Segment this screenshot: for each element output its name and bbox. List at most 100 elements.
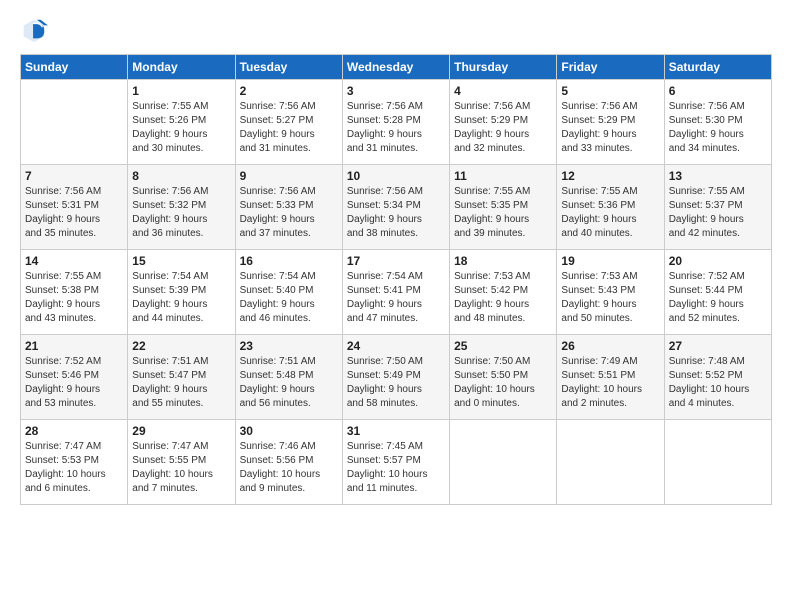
day-cell: 31 Sunrise: 7:45 AM Sunset: 5:57 PM Dayli… xyxy=(342,420,449,505)
day-cell: 20 Sunrise: 7:52 AM Sunset: 5:44 PM Dayli… xyxy=(664,250,771,335)
col-header-wednesday: Wednesday xyxy=(342,55,449,80)
day-cell: 30 Sunrise: 7:46 AM Sunset: 5:56 PM Dayli… xyxy=(235,420,342,505)
day-cell: 10 Sunrise: 7:56 AM Sunset: 5:34 PM Dayli… xyxy=(342,165,449,250)
day-info: Sunrise: 7:48 AM Sunset: 5:52 PM Dayligh… xyxy=(669,355,767,411)
day-info: Sunrise: 7:56 AM Sunset: 5:31 PM Dayligh… xyxy=(25,185,123,241)
day-number: 28 xyxy=(25,424,123,438)
day-info: Sunrise: 7:53 AM Sunset: 5:43 PM Dayligh… xyxy=(561,270,659,326)
day-number: 4 xyxy=(454,84,552,98)
day-cell: 7 Sunrise: 7:56 AM Sunset: 5:31 PM Daylig… xyxy=(21,165,128,250)
week-row-2: 7 Sunrise: 7:56 AM Sunset: 5:31 PM Daylig… xyxy=(21,165,772,250)
day-cell: 25Sunrise: 7:50 AM Sunset: 5:50 PM Dayli… xyxy=(450,335,557,420)
day-cell: 6 Sunrise: 7:56 AM Sunset: 5:30 PM Daylig… xyxy=(664,80,771,165)
day-info: Sunrise: 7:46 AM Sunset: 5:56 PM Dayligh… xyxy=(240,440,338,496)
day-cell xyxy=(664,420,771,505)
day-info: Sunrise: 7:52 AM Sunset: 5:46 PM Dayligh… xyxy=(25,355,123,411)
col-header-thursday: Thursday xyxy=(450,55,557,80)
day-info: Sunrise: 7:56 AM Sunset: 5:28 PM Dayligh… xyxy=(347,100,445,156)
day-cell xyxy=(21,80,128,165)
day-info: Sunrise: 7:45 AM Sunset: 5:57 PM Dayligh… xyxy=(347,440,445,496)
page: SundayMondayTuesdayWednesdayThursdayFrid… xyxy=(0,0,792,612)
day-cell: 27 Sunrise: 7:48 AM Sunset: 5:52 PM Dayli… xyxy=(664,335,771,420)
day-cell: 8 Sunrise: 7:56 AM Sunset: 5:32 PM Daylig… xyxy=(128,165,235,250)
day-info: Sunrise: 7:56 AM Sunset: 5:32 PM Dayligh… xyxy=(132,185,230,241)
week-row-3: 14Sunrise: 7:55 AM Sunset: 5:38 PM Dayli… xyxy=(21,250,772,335)
day-info: Sunrise: 7:51 AM Sunset: 5:48 PM Dayligh… xyxy=(240,355,338,411)
day-number: 30 xyxy=(240,424,338,438)
day-cell: 18Sunrise: 7:53 AM Sunset: 5:42 PM Dayli… xyxy=(450,250,557,335)
day-cell: 11 Sunrise: 7:55 AM Sunset: 5:35 PM Dayli… xyxy=(450,165,557,250)
col-header-sunday: Sunday xyxy=(21,55,128,80)
day-cell: 16Sunrise: 7:54 AM Sunset: 5:40 PM Dayli… xyxy=(235,250,342,335)
day-cell: 3 Sunrise: 7:56 AM Sunset: 5:28 PM Daylig… xyxy=(342,80,449,165)
day-number: 22 xyxy=(132,339,230,353)
day-number: 31 xyxy=(347,424,445,438)
week-row-1: 1 Sunrise: 7:55 AM Sunset: 5:26 PM Daylig… xyxy=(21,80,772,165)
day-number: 1 xyxy=(132,84,230,98)
day-info: Sunrise: 7:47 AM Sunset: 5:55 PM Dayligh… xyxy=(132,440,230,496)
day-number: 13 xyxy=(669,169,767,183)
day-number: 7 xyxy=(25,169,123,183)
day-cell: 22 Sunrise: 7:51 AM Sunset: 5:47 PM Dayli… xyxy=(128,335,235,420)
day-number: 11 xyxy=(454,169,552,183)
day-number: 29 xyxy=(132,424,230,438)
day-cell: 29 Sunrise: 7:47 AM Sunset: 5:55 PM Dayli… xyxy=(128,420,235,505)
header-row: SundayMondayTuesdayWednesdayThursdayFrid… xyxy=(21,55,772,80)
day-info: Sunrise: 7:55 AM Sunset: 5:38 PM Dayligh… xyxy=(25,270,123,326)
calendar-table: SundayMondayTuesdayWednesdayThursdayFrid… xyxy=(20,54,772,505)
day-cell: 21 Sunrise: 7:52 AM Sunset: 5:46 PM Dayli… xyxy=(21,335,128,420)
day-number: 21 xyxy=(25,339,123,353)
day-info: Sunrise: 7:56 AM Sunset: 5:30 PM Dayligh… xyxy=(669,100,767,156)
day-info: Sunrise: 7:50 AM Sunset: 5:49 PM Dayligh… xyxy=(347,355,445,411)
day-info: Sunrise: 7:56 AM Sunset: 5:34 PM Dayligh… xyxy=(347,185,445,241)
day-cell: 2 Sunrise: 7:56 AM Sunset: 5:27 PM Daylig… xyxy=(235,80,342,165)
day-cell xyxy=(450,420,557,505)
day-cell: 15Sunrise: 7:54 AM Sunset: 5:39 PM Dayli… xyxy=(128,250,235,335)
day-cell: 24Sunrise: 7:50 AM Sunset: 5:49 PM Dayli… xyxy=(342,335,449,420)
day-cell: 9Sunrise: 7:56 AM Sunset: 5:33 PM Daylig… xyxy=(235,165,342,250)
day-info: Sunrise: 7:54 AM Sunset: 5:39 PM Dayligh… xyxy=(132,270,230,326)
col-header-friday: Friday xyxy=(557,55,664,80)
day-number: 20 xyxy=(669,254,767,268)
day-number: 9 xyxy=(240,169,338,183)
day-cell: 1 Sunrise: 7:55 AM Sunset: 5:26 PM Daylig… xyxy=(128,80,235,165)
col-header-monday: Monday xyxy=(128,55,235,80)
day-cell: 13Sunrise: 7:55 AM Sunset: 5:37 PM Dayli… xyxy=(664,165,771,250)
day-info: Sunrise: 7:56 AM Sunset: 5:29 PM Dayligh… xyxy=(454,100,552,156)
logo-icon xyxy=(20,16,48,44)
day-info: Sunrise: 7:51 AM Sunset: 5:47 PM Dayligh… xyxy=(132,355,230,411)
logo xyxy=(20,16,52,44)
day-number: 2 xyxy=(240,84,338,98)
day-info: Sunrise: 7:56 AM Sunset: 5:27 PM Dayligh… xyxy=(240,100,338,156)
day-cell: 4 Sunrise: 7:56 AM Sunset: 5:29 PM Daylig… xyxy=(450,80,557,165)
day-cell: 12 Sunrise: 7:55 AM Sunset: 5:36 PM Dayli… xyxy=(557,165,664,250)
day-number: 26 xyxy=(561,339,659,353)
day-cell: 28 Sunrise: 7:47 AM Sunset: 5:53 PM Dayli… xyxy=(21,420,128,505)
day-number: 3 xyxy=(347,84,445,98)
day-number: 17 xyxy=(347,254,445,268)
day-info: Sunrise: 7:54 AM Sunset: 5:40 PM Dayligh… xyxy=(240,270,338,326)
day-cell: 17Sunrise: 7:54 AM Sunset: 5:41 PM Dayli… xyxy=(342,250,449,335)
day-number: 19 xyxy=(561,254,659,268)
day-info: Sunrise: 7:53 AM Sunset: 5:42 PM Dayligh… xyxy=(454,270,552,326)
day-number: 27 xyxy=(669,339,767,353)
day-info: Sunrise: 7:50 AM Sunset: 5:50 PM Dayligh… xyxy=(454,355,552,411)
day-number: 23 xyxy=(240,339,338,353)
day-info: Sunrise: 7:55 AM Sunset: 5:26 PM Dayligh… xyxy=(132,100,230,156)
day-info: Sunrise: 7:55 AM Sunset: 5:35 PM Dayligh… xyxy=(454,185,552,241)
day-number: 6 xyxy=(669,84,767,98)
col-header-tuesday: Tuesday xyxy=(235,55,342,80)
day-cell: 14Sunrise: 7:55 AM Sunset: 5:38 PM Dayli… xyxy=(21,250,128,335)
week-row-4: 21 Sunrise: 7:52 AM Sunset: 5:46 PM Dayli… xyxy=(21,335,772,420)
day-cell: 23 Sunrise: 7:51 AM Sunset: 5:48 PM Dayli… xyxy=(235,335,342,420)
day-cell: 26 Sunrise: 7:49 AM Sunset: 5:51 PM Dayli… xyxy=(557,335,664,420)
day-info: Sunrise: 7:47 AM Sunset: 5:53 PM Dayligh… xyxy=(25,440,123,496)
day-cell: 19 Sunrise: 7:53 AM Sunset: 5:43 PM Dayli… xyxy=(557,250,664,335)
day-info: Sunrise: 7:55 AM Sunset: 5:36 PM Dayligh… xyxy=(561,185,659,241)
day-info: Sunrise: 7:52 AM Sunset: 5:44 PM Dayligh… xyxy=(669,270,767,326)
day-number: 10 xyxy=(347,169,445,183)
day-number: 12 xyxy=(561,169,659,183)
day-number: 8 xyxy=(132,169,230,183)
day-info: Sunrise: 7:56 AM Sunset: 5:29 PM Dayligh… xyxy=(561,100,659,156)
day-info: Sunrise: 7:49 AM Sunset: 5:51 PM Dayligh… xyxy=(561,355,659,411)
